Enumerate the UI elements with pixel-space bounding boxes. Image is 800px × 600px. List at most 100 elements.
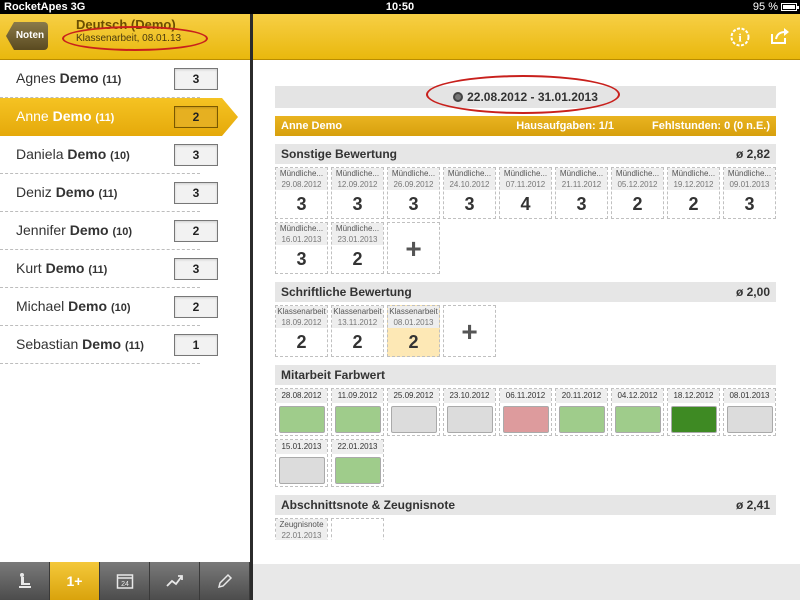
color-swatch <box>559 406 605 433</box>
right-footer <box>253 564 800 600</box>
right-header: i <box>253 14 800 60</box>
grade-box[interactable]: 3 <box>174 68 218 90</box>
back-button[interactable]: Noten <box>6 22 48 50</box>
student-row[interactable]: Michael Demo (10) 2 <box>0 288 218 326</box>
student-list-pane: Noten Deutsch (Demo) Klassenarbeit, 08.0… <box>0 14 250 600</box>
grade-cell[interactable]: Mündliche... 09.01.2013 3 <box>723 167 776 219</box>
section-title: Mitarbeit Farbwert <box>281 368 386 382</box>
color-swatch <box>335 406 381 433</box>
color-grade-cell[interactable]: 06.11.2012 <box>499 388 552 436</box>
color-grade-cell[interactable]: 20.11.2012 <box>555 388 608 436</box>
status-bar: RocketApes 3G 10:50 95 % <box>0 0 800 14</box>
grade-cell[interactable]: Mündliche... 21.11.2012 3 <box>555 167 608 219</box>
grade-cell-selected[interactable]: Klassenarbeit 08.01.2013 2 <box>387 305 440 357</box>
tab-statistics[interactable] <box>150 562 200 600</box>
grade-cell[interactable]: Klassenarbeit 18.09.2012 2 <box>275 305 328 357</box>
grade-cell[interactable]: Mündliche... 19.12.2012 2 <box>667 167 720 219</box>
trend-chart-icon <box>165 575 183 587</box>
grade-box[interactable]: 3 <box>174 258 218 280</box>
color-swatch <box>447 406 493 433</box>
color-swatch <box>727 406 773 433</box>
detail-pane: i 22.08.2012 - 31.01.2013 Anne Demo Haus… <box>253 14 800 600</box>
abschnitt-grid: Zeugnisnote 22.01.2013 <box>275 518 776 540</box>
student-name: Daniela Demo (10) <box>16 146 130 162</box>
bottom-tab-bar: 1+ 24 <box>0 562 250 600</box>
student-list: Agnes Demo (11) 3 Anne Demo (11) 2 Danie… <box>0 60 250 364</box>
student-row-selected[interactable]: Anne Demo (11) 2 <box>0 98 250 136</box>
grade-cell[interactable]: Mündliche... 29.08.2012 3 <box>275 167 328 219</box>
color-grade-cell[interactable]: 28.08.2012 <box>275 388 328 436</box>
color-grade-cell[interactable]: 23.10.2012 <box>443 388 496 436</box>
tab-notes[interactable] <box>200 562 250 600</box>
grade-cell[interactable]: Mündliche... 23.01.2013 2 <box>331 222 384 274</box>
student-name: Deniz Demo (11) <box>16 184 118 200</box>
color-swatch <box>503 406 549 433</box>
grade-box[interactable]: 1 <box>174 334 218 356</box>
section-header-sonstige: Sonstige Bewertung ø 2,82 <box>275 144 776 164</box>
grade-cell[interactable]: Mündliche... 16.01.2013 3 <box>275 222 328 274</box>
section-title: Abschnittsnote & Zeugnisnote <box>281 498 455 512</box>
color-swatch <box>615 406 661 433</box>
color-grade-cell[interactable]: 04.12.2012 <box>611 388 664 436</box>
student-summary-bar: Anne Demo Hausaufgaben: 1/1 Fehlstunden:… <box>275 116 776 136</box>
student-row[interactable]: Kurt Demo (11) 3 <box>0 250 218 288</box>
color-grade-cell[interactable]: 22.01.2013 <box>331 439 384 487</box>
absence-count: Fehlstunden: 0 (0 n.E.) <box>652 120 770 132</box>
grade-cell[interactable]: Klassenarbeit 13.11.2012 2 <box>331 305 384 357</box>
color-swatch <box>391 406 437 433</box>
student-summary-name: Anne Demo <box>281 120 343 132</box>
color-grade-cell[interactable]: 11.09.2012 <box>331 388 384 436</box>
grade-cell[interactable]: Mündliche... 26.09.2012 3 <box>387 167 440 219</box>
grade-box[interactable]: 2 <box>174 220 218 242</box>
grade-detail-scroll[interactable]: Anne Demo Hausaufgaben: 1/1 Fehlstunden:… <box>275 116 776 540</box>
color-grade-cell[interactable]: 08.01.2013 <box>723 388 776 436</box>
student-row[interactable]: Sebastian Demo (11) 1 <box>0 326 218 364</box>
student-row[interactable]: Agnes Demo (11) 3 <box>0 60 218 98</box>
student-name: Kurt Demo (11) <box>16 260 108 276</box>
grade-cell[interactable]: Mündliche... 12.09.2012 3 <box>331 167 384 219</box>
battery-percent: 95 % <box>752 1 778 13</box>
section-header-mitarbeit: Mitarbeit Farbwert <box>275 365 776 385</box>
grade-cell[interactable]: Mündliche... 05.12.2012 2 <box>611 167 664 219</box>
student-row[interactable]: Deniz Demo (11) 3 <box>0 174 218 212</box>
calendar-icon: 24 <box>116 574 133 589</box>
grade-box[interactable]: 3 <box>174 182 218 204</box>
student-name: Sebastian Demo (11) <box>16 336 144 352</box>
annotation-ellipse <box>426 75 620 114</box>
student-row[interactable]: Daniela Demo (10) 3 <box>0 136 218 174</box>
grade-box[interactable]: 2 <box>174 296 218 318</box>
info-icon[interactable]: i <box>728 25 752 49</box>
color-grade-cell[interactable]: 15.01.2013 <box>275 439 328 487</box>
section-header-schriftlich: Schriftliche Bewertung ø 2,00 <box>275 282 776 302</box>
share-icon[interactable] <box>767 25 791 49</box>
seat-icon <box>18 573 31 588</box>
schriftlich-grid: Klassenarbeit 18.09.2012 2 Klassenarbeit 13… <box>275 305 776 357</box>
section-average: ø 2,82 <box>735 147 770 161</box>
annotation-ellipse <box>62 26 208 51</box>
battery-icon <box>781 3 799 11</box>
grade-cell[interactable]: Mündliche... 24.10.2012 3 <box>443 167 496 219</box>
tab-calendar[interactable]: 24 <box>100 562 150 600</box>
student-row[interactable]: Jennifer Demo (10) 2 <box>0 212 218 250</box>
report-grade-cell-empty[interactable] <box>331 518 384 540</box>
add-grade-button[interactable]: + <box>443 305 496 357</box>
report-grade-cell[interactable]: Zeugnisnote 22.01.2013 <box>275 518 328 540</box>
student-name: Agnes Demo (11) <box>16 70 122 86</box>
plus-icon: + <box>405 233 422 264</box>
tab-grades[interactable]: 1+ <box>50 562 100 600</box>
grade-box[interactable]: 3 <box>174 144 218 166</box>
section-title: Sonstige Bewertung <box>281 147 398 161</box>
add-grade-button[interactable]: + <box>387 222 440 274</box>
tab-seating[interactable] <box>0 562 50 600</box>
mitarbeit-grid: 28.08.2012 11.09.2012 25.09.2012 23.10.2… <box>275 388 776 487</box>
grade-box[interactable]: 2 <box>174 106 218 128</box>
color-swatch <box>279 457 325 484</box>
color-grade-cell[interactable]: 25.09.2012 <box>387 388 440 436</box>
section-title: Schriftliche Bewertung <box>281 285 412 299</box>
color-grade-cell[interactable]: 18.12.2012 <box>667 388 720 436</box>
homework-count: Hausaufgaben: 1/1 <box>516 120 614 132</box>
student-name: Jennifer Demo (10) <box>16 222 133 238</box>
grade-cell[interactable]: Mündliche... 07.11.2012 4 <box>499 167 552 219</box>
plus-icon: + <box>461 316 478 347</box>
student-name: Michael Demo (10) <box>16 298 131 314</box>
